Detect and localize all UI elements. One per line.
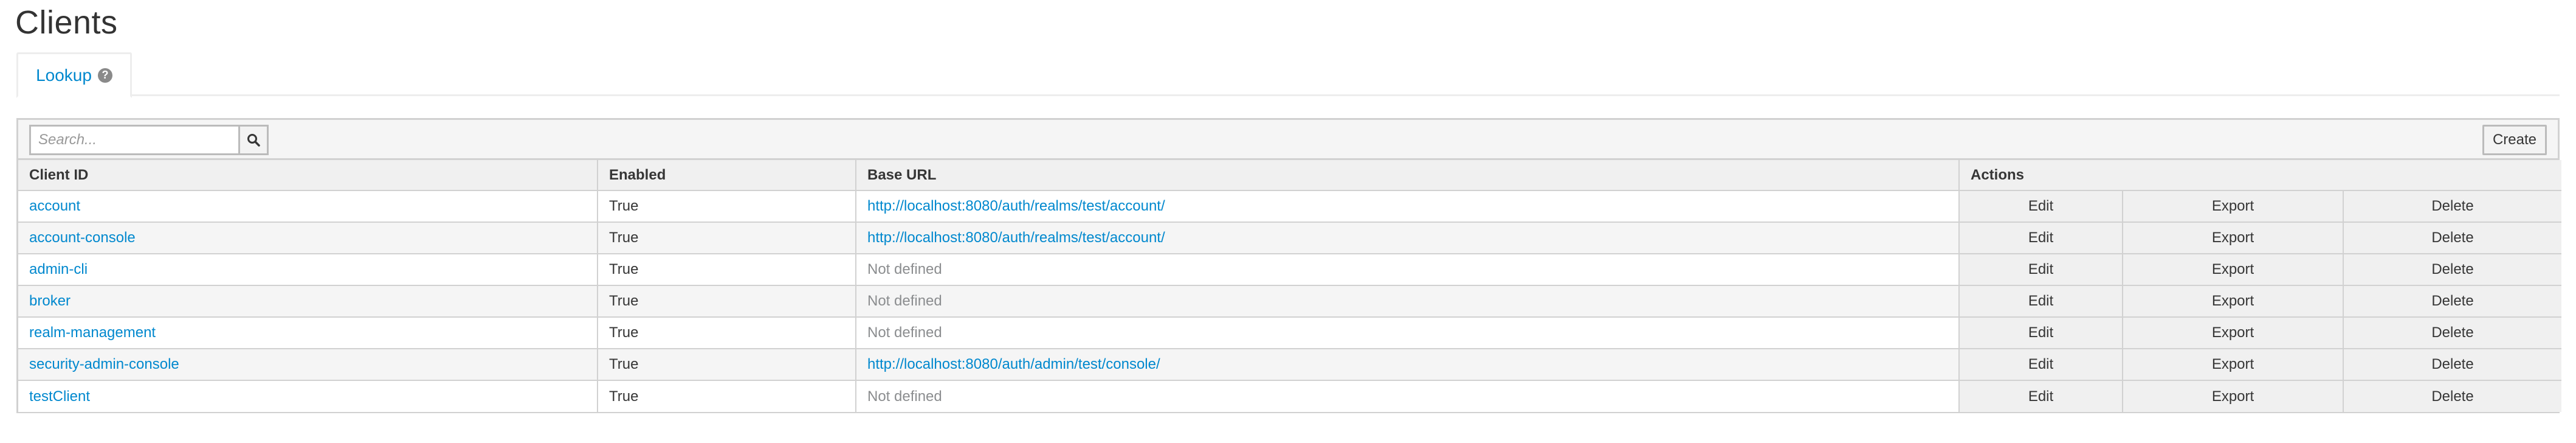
export-button[interactable]: Export: [2122, 348, 2344, 381]
client-id-cell: security-admin-console: [18, 348, 598, 381]
clients-page: Clients Lookup ? Create: [0, 0, 2576, 443]
export-button[interactable]: Export: [2122, 190, 2344, 223]
enabled-cell: True: [597, 316, 856, 349]
tabs-bar: Lookup ?: [16, 52, 2560, 98]
edit-button[interactable]: Edit: [1958, 190, 2123, 223]
header-actions: Actions: [1958, 160, 2561, 191]
header-base-url[interactable]: Base URL: [855, 160, 1960, 191]
table-row: security-admin-console True http://localho…: [18, 348, 2561, 381]
create-button[interactable]: Create: [2482, 125, 2547, 155]
base-url-cell: Not defined: [855, 285, 1960, 318]
tab-label: Lookup: [36, 65, 92, 85]
delete-button[interactable]: Delete: [2343, 316, 2561, 349]
table-row: realm-management True Not defined Edit Expor…: [18, 316, 2561, 349]
client-id-link[interactable]: security-admin-console: [29, 356, 179, 372]
base-url-not-defined: Not defined: [867, 388, 942, 405]
clients-table: Client ID Enabled Base URL Actions accou…: [18, 160, 2561, 412]
client-id-link[interactable]: testClient: [29, 388, 90, 405]
search-icon: [247, 134, 260, 147]
table-row: testClient True Not defined Edit Export Delet…: [18, 380, 2561, 412]
base-url-cell: Not defined: [855, 316, 1960, 349]
client-id-link[interactable]: account: [29, 198, 80, 214]
base-url-link[interactable]: http://localhost:8080/auth/realms/test/a…: [867, 229, 1165, 246]
base-url-not-defined: Not defined: [867, 261, 942, 277]
search-button[interactable]: [238, 125, 269, 155]
export-button[interactable]: Export: [2122, 285, 2344, 318]
edit-button[interactable]: Edit: [1958, 380, 2123, 412]
enabled-cell: True: [597, 221, 856, 254]
base-url-cell: http://localhost:8080/auth/admin/test/co…: [855, 348, 1960, 381]
client-id-cell: account: [18, 190, 598, 223]
client-id-link[interactable]: realm-management: [29, 324, 156, 341]
export-button[interactable]: Export: [2122, 253, 2344, 286]
page-title: Clients: [15, 4, 118, 41]
enabled-cell: True: [597, 348, 856, 381]
client-id-link[interactable]: broker: [29, 293, 71, 309]
edit-button[interactable]: Edit: [1958, 253, 2123, 286]
base-url-not-defined: Not defined: [867, 293, 942, 309]
client-id-cell: testClient: [18, 380, 598, 412]
search-input[interactable]: [29, 125, 238, 155]
enabled-cell: True: [597, 380, 856, 412]
base-url-link[interactable]: http://localhost:8080/auth/realms/test/a…: [867, 198, 1165, 214]
table-toolbar: Create: [18, 120, 2558, 160]
delete-button[interactable]: Delete: [2343, 380, 2561, 412]
client-id-cell: admin-cli: [18, 253, 598, 286]
delete-button[interactable]: Delete: [2343, 348, 2561, 381]
enabled-cell: True: [597, 190, 856, 223]
edit-button[interactable]: Edit: [1958, 221, 2123, 254]
edit-button[interactable]: Edit: [1958, 348, 2123, 381]
table-header-row: Client ID Enabled Base URL Actions: [18, 160, 2561, 191]
table-row: broker True Not defined Edit Export Delete: [18, 285, 2561, 318]
export-button[interactable]: Export: [2122, 221, 2344, 254]
table-row: account True http://localhost:8080/auth/re…: [18, 190, 2561, 223]
base-url-cell: http://localhost:8080/auth/realms/test/a…: [855, 221, 1960, 254]
help-icon[interactable]: ?: [97, 68, 112, 83]
client-id-cell: broker: [18, 285, 598, 318]
client-id-link[interactable]: admin-cli: [29, 261, 88, 277]
delete-button[interactable]: Delete: [2343, 253, 2561, 286]
delete-button[interactable]: Delete: [2343, 285, 2561, 318]
search-group: [29, 125, 269, 155]
export-button[interactable]: Export: [2122, 380, 2344, 412]
table-row: admin-cli True Not defined Edit Export Delete: [18, 253, 2561, 286]
delete-button[interactable]: Delete: [2343, 190, 2561, 223]
tab-lookup[interactable]: Lookup ?: [16, 52, 132, 98]
header-enabled[interactable]: Enabled: [597, 160, 856, 191]
client-id-link[interactable]: account-console: [29, 229, 136, 246]
table-row: account-console True http://localhost:8080…: [18, 221, 2561, 254]
delete-button[interactable]: Delete: [2343, 221, 2561, 254]
export-button[interactable]: Export: [2122, 316, 2344, 349]
base-url-cell: Not defined: [855, 380, 1960, 412]
client-id-cell: realm-management: [18, 316, 598, 349]
enabled-cell: True: [597, 285, 856, 318]
base-url-not-defined: Not defined: [867, 324, 942, 341]
header-client-id[interactable]: Client ID: [18, 160, 598, 191]
edit-button[interactable]: Edit: [1958, 316, 2123, 349]
enabled-cell: True: [597, 253, 856, 286]
clients-table-panel: Create Client ID Enabled Base URL Action…: [16, 118, 2561, 413]
base-url-cell: http://localhost:8080/auth/realms/test/a…: [855, 190, 1960, 223]
edit-button[interactable]: Edit: [1958, 285, 2123, 318]
base-url-link[interactable]: http://localhost:8080/auth/admin/test/co…: [867, 356, 1160, 372]
client-id-cell: account-console: [18, 221, 598, 254]
base-url-cell: Not defined: [855, 253, 1960, 286]
